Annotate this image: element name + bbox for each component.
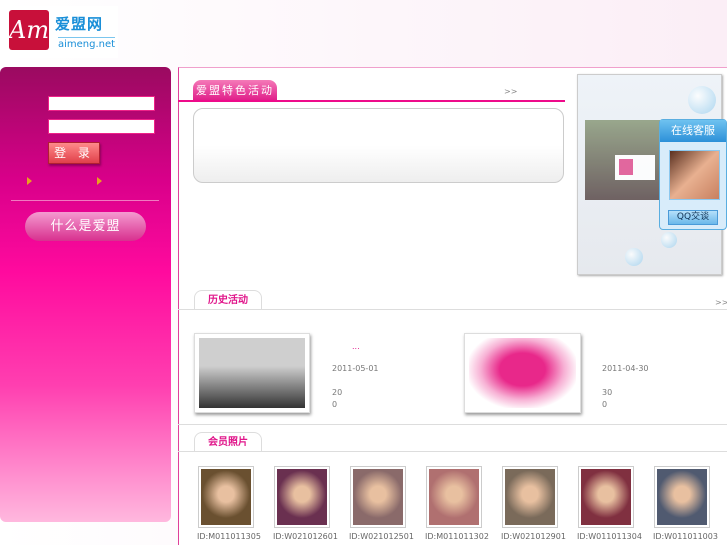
history-item-date: 2011-05-01 <box>332 364 379 373</box>
tab-history-activities[interactable]: 历史活动 <box>194 290 262 310</box>
register-arrow-icon[interactable] <box>27 177 32 185</box>
online-service-title: 在线客服 <box>660 120 726 142</box>
logo-domain: aimeng.net <box>58 37 116 50</box>
bubble-decoration <box>661 232 677 248</box>
history-item-image[interactable] <box>464 333 581 413</box>
username-input[interactable] <box>48 96 155 111</box>
history-item-count: 30 <box>602 388 613 397</box>
member-photo-image <box>201 469 251 525</box>
password-input[interactable] <box>48 119 155 134</box>
logo-chinese-name: 爱盟网 <box>55 15 104 33</box>
online-service-widget: 在线客服 QQ交谈 <box>659 119 727 230</box>
featured-activities-box <box>193 108 564 183</box>
logo-mark: Am <box>9 10 49 50</box>
history-item-count: 20 <box>332 388 343 397</box>
history-item-count: 0 <box>332 400 338 409</box>
group-photo <box>585 120 665 200</box>
member-photo[interactable] <box>426 466 482 528</box>
member-id[interactable]: ID:W011011304 <box>577 532 642 541</box>
service-avatar <box>669 150 720 200</box>
member-photo[interactable] <box>578 466 634 528</box>
member-photo[interactable] <box>654 466 710 528</box>
divider <box>178 100 565 102</box>
history-item-count: 0 <box>602 400 608 409</box>
site-logo[interactable]: Am 爱盟网 aimeng.net <box>6 6 118 58</box>
member-photo-image <box>277 469 327 525</box>
member-photo[interactable] <box>502 466 558 528</box>
member-id[interactable]: ID:W021012601 <box>273 532 338 541</box>
divider <box>178 309 727 310</box>
forgot-arrow-icon[interactable] <box>97 177 102 185</box>
bubble-decoration <box>625 248 643 266</box>
member-id[interactable]: ID:M011011305 <box>197 532 261 541</box>
tab-featured-activities[interactable]: 爱盟特色活动 <box>193 80 277 101</box>
history-more-link[interactable]: >> <box>715 298 727 307</box>
member-photo[interactable] <box>198 466 254 528</box>
member-id[interactable]: ID:W011011003 <box>653 532 718 541</box>
sidebar <box>0 67 171 522</box>
member-id[interactable]: ID:M011011302 <box>425 532 489 541</box>
login-button[interactable]: 登 录 <box>48 142 100 164</box>
member-id[interactable]: ID:W021012501 <box>349 532 414 541</box>
history-item-image[interactable] <box>194 333 310 413</box>
member-photo-image <box>505 469 555 525</box>
member-photo-image <box>429 469 479 525</box>
divider <box>178 451 727 452</box>
bubble-decoration <box>688 86 716 114</box>
what-is-aimeng-button[interactable]: 什么是爱盟 <box>25 212 146 241</box>
member-photo[interactable] <box>350 466 406 528</box>
qq-chat-button[interactable]: QQ交谈 <box>668 210 718 225</box>
divider <box>178 424 727 425</box>
member-photo[interactable] <box>274 466 330 528</box>
featured-more-link[interactable]: >> <box>504 87 517 96</box>
history-item-date: 2011-04-30 <box>602 364 649 373</box>
member-id[interactable]: ID:W021012901 <box>501 532 566 541</box>
member-photo-image <box>581 469 631 525</box>
member-photo-image <box>657 469 707 525</box>
divider <box>11 200 159 201</box>
tab-member-photos[interactable]: 会员照片 <box>194 432 262 452</box>
history-item-title[interactable]: ... <box>352 342 360 351</box>
member-photo-image <box>353 469 403 525</box>
